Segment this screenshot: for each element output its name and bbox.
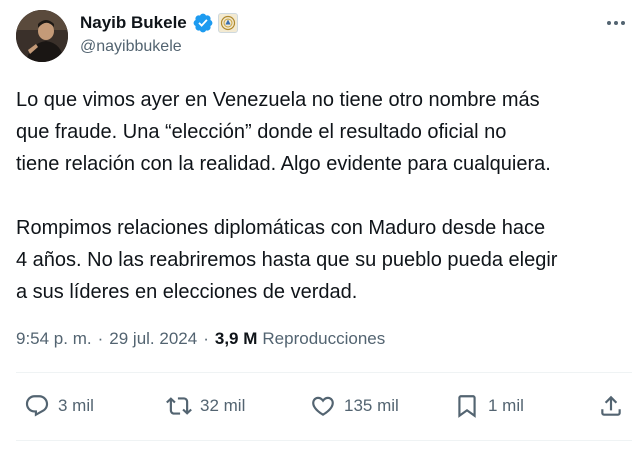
divider [16, 372, 632, 373]
verified-badge-icon[interactable] [192, 12, 214, 34]
government-seal-icon[interactable] [217, 13, 238, 33]
views-label: Reproducciones [262, 329, 386, 348]
share-button[interactable] [598, 384, 624, 428]
repost-icon [166, 397, 192, 415]
author-handle[interactable]: @nayibbukele [80, 38, 182, 56]
repost-count: 32 mil [200, 396, 246, 415]
bookmark-count: 1 mil [488, 396, 524, 415]
avatar[interactable] [16, 10, 68, 62]
more-options-icon[interactable] [602, 12, 630, 34]
like-count: 135 mil [344, 396, 399, 415]
bookmark-button[interactable]: 1 mil [454, 384, 524, 428]
meta-separator: · [203, 329, 209, 348]
reply-count: 3 mil [58, 396, 94, 415]
share-icon [601, 395, 621, 416]
tweet-text: Lo que vimos ayer en Venezuela no tiene … [16, 89, 558, 303]
author-name[interactable]: Nayib Bukele [80, 13, 187, 33]
repost-button[interactable]: 32 mil [166, 384, 245, 428]
like-button[interactable]: 135 mil [310, 384, 399, 428]
views-count: 3,9 M [214, 329, 258, 348]
tweet-time[interactable]: 9:54 p. m. [16, 329, 92, 349]
tweet-metadata: 9:54 p. m. · 29 jul. 2024 · 3,9 M Reprod… [16, 326, 385, 352]
author-name-row: Nayib Bukele [80, 11, 238, 35]
meta-separator: · [97, 329, 104, 348]
reply-icon [25, 395, 49, 417]
tweet-date[interactable]: 29 jul. 2024 [109, 329, 197, 349]
heart-icon [312, 396, 334, 416]
reply-button[interactable]: 3 mil [24, 384, 94, 428]
bookmark-icon [458, 395, 476, 418]
divider [16, 440, 632, 441]
action-bar: 3 mil 32 mil 135 mil 1 mil [16, 384, 632, 428]
